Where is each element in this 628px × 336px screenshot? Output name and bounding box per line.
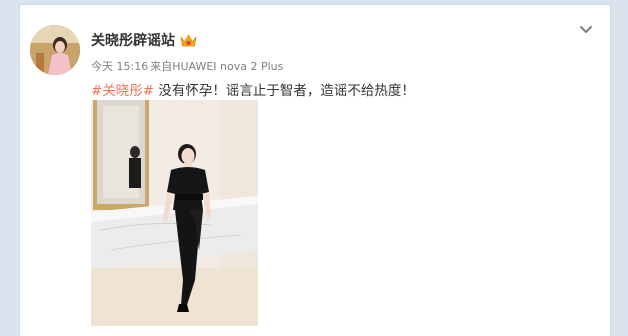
post-photo[interactable] bbox=[91, 100, 258, 326]
author-avatar[interactable] bbox=[30, 25, 80, 75]
author-name-text[interactable]: 关晓彤辟谣站 bbox=[91, 30, 175, 50]
post-body: 没有怀孕！谣言止于智者，造谣不给热度！ bbox=[154, 83, 415, 99]
weibo-post-card: 关晓彤辟谣站 今天 15:16 来自HUAWEI nova 2 Plus #关晓彤… bbox=[20, 5, 610, 336]
author-name[interactable]: 关晓彤辟谣站 bbox=[91, 30, 197, 50]
chevron-down-icon[interactable] bbox=[578, 21, 594, 33]
post-timestamp[interactable]: 今天 15:16 bbox=[91, 60, 148, 73]
crown-badge-icon[interactable] bbox=[180, 33, 197, 48]
post-text: #关晓彤# 没有怀孕！谣言止于智者，造谣不给热度！ bbox=[91, 79, 415, 99]
hashtag-link[interactable]: #关晓彤# bbox=[91, 83, 154, 99]
source-device[interactable]: HUAWEI nova 2 Plus bbox=[172, 60, 283, 73]
post-meta: 今天 15:16 来自HUAWEI nova 2 Plus bbox=[91, 58, 283, 74]
source-prefix: 来自 bbox=[150, 60, 173, 73]
